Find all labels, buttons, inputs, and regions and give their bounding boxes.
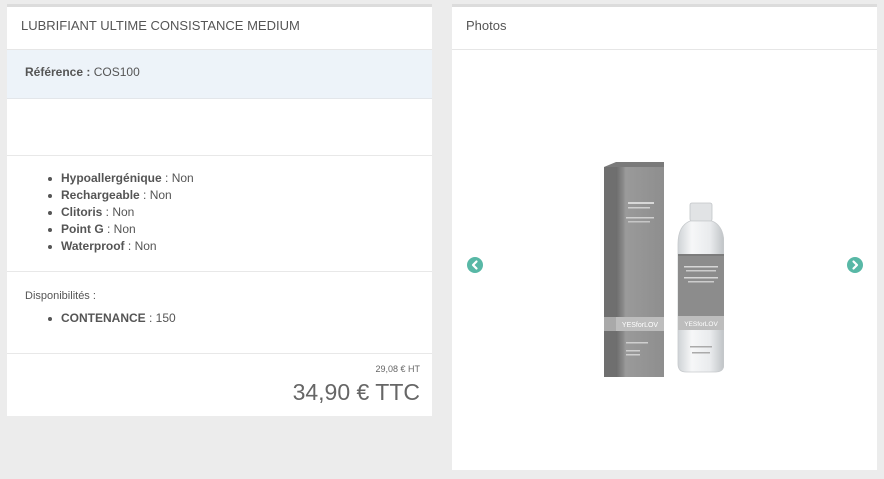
feature-label: Hypoallergénique bbox=[61, 171, 162, 185]
availability-list: CONTENANCE : 150 bbox=[25, 310, 414, 327]
feature-label: Point G bbox=[61, 222, 104, 236]
feature-value: : Non bbox=[161, 171, 194, 185]
feature-item: Point G : Non bbox=[47, 221, 432, 238]
feature-item: Waterproof : Non bbox=[47, 238, 432, 255]
chevron-right-icon[interactable] bbox=[847, 257, 863, 273]
price-ht: 29,08 € HT bbox=[375, 364, 420, 374]
box-brand-label: YESforLOV bbox=[622, 322, 659, 329]
availability-section: Disponibilités : CONTENANCE : 150 bbox=[7, 272, 432, 354]
feature-value: : Non bbox=[139, 188, 172, 202]
photos-title: Photos bbox=[452, 7, 877, 50]
features-section: Hypoallergénique : Non Rechargeable : No… bbox=[7, 156, 432, 272]
availability-title: Disponibilités : bbox=[25, 290, 96, 302]
price-ttc: 34,90 € TTC bbox=[292, 379, 420, 405]
availability-label: CONTENANCE bbox=[61, 311, 146, 325]
feature-value: : Non bbox=[103, 222, 136, 236]
reference-value: COS100 bbox=[93, 65, 140, 79]
feature-item: Rechargeable : Non bbox=[47, 187, 432, 204]
feature-item: Hypoallergénique : Non bbox=[47, 170, 432, 187]
features-list: Hypoallergénique : Non Rechargeable : No… bbox=[47, 170, 432, 255]
bottle-brand-label: YESforLOV bbox=[684, 321, 718, 328]
photos-panel: Photos YESforLOV YESforLOV bbox=[452, 4, 877, 470]
product-details-panel: LUBRIFIANT ULTIME CONSISTANCE MEDIUM Réf… bbox=[7, 4, 432, 416]
feature-label: Clitoris bbox=[61, 205, 103, 219]
product-title: LUBRIFIANT ULTIME CONSISTANCE MEDIUM bbox=[7, 7, 432, 50]
price-box: 29,08 € HT 34,90 € TTC bbox=[7, 354, 432, 406]
feature-item: Clitoris : Non bbox=[47, 204, 432, 221]
availability-value: : 150 bbox=[145, 311, 176, 325]
description-area bbox=[7, 99, 432, 156]
product-photo[interactable]: YESforLOV YESforLOV bbox=[604, 162, 724, 377]
feature-value: : Non bbox=[102, 205, 135, 219]
chevron-left-icon[interactable] bbox=[467, 257, 483, 273]
feature-label: Rechargeable bbox=[61, 188, 140, 202]
reference-label: Référence : bbox=[25, 65, 91, 79]
photo-carousel: YESforLOV YESforLOV bbox=[452, 51, 877, 470]
feature-value: : Non bbox=[124, 239, 157, 253]
reference-row: Référence : COS100 bbox=[7, 50, 432, 99]
feature-label: Waterproof bbox=[61, 239, 125, 253]
availability-item: CONTENANCE : 150 bbox=[47, 310, 414, 327]
